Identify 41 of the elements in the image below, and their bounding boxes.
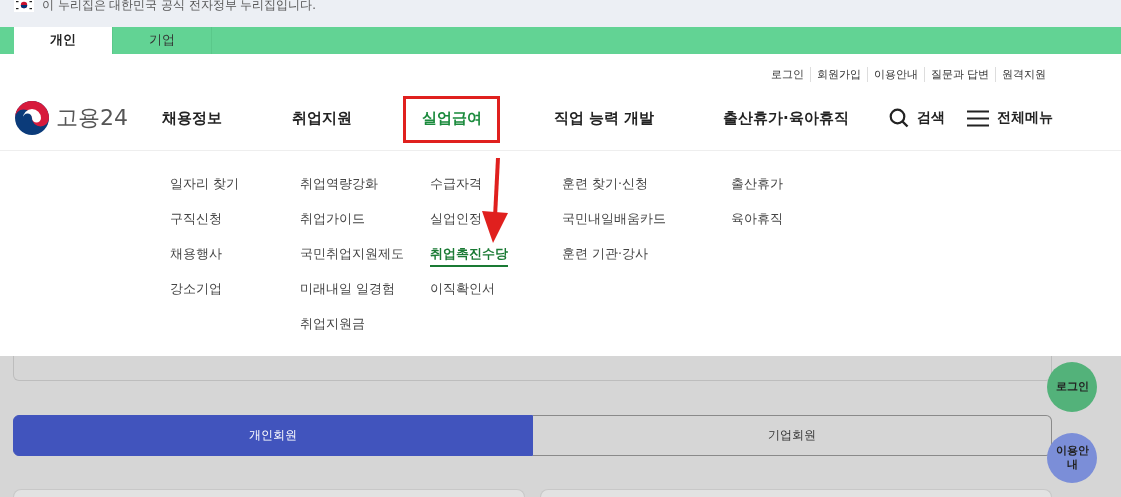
search-button[interactable]: 검색	[889, 108, 945, 128]
submenu-link[interactable]: 일자리 찾기	[170, 176, 239, 197]
nav-item[interactable]: 출산휴가·육아휴직	[723, 109, 849, 127]
audience-tab[interactable]: 개인	[14, 27, 113, 54]
submenu-link[interactable]: 취업역량강화	[300, 176, 378, 197]
submenu-link[interactable]: 구직신청	[170, 211, 222, 232]
submenu-link[interactable]: 수급자격	[430, 176, 482, 197]
submenu-link[interactable]: 훈련 기관·강사	[562, 246, 648, 267]
utility-link[interactable]: 이용안내	[866, 66, 924, 82]
submenu-link[interactable]: 훈련 찾기·신청	[562, 176, 648, 197]
submenu-link[interactable]: 육아휴직	[731, 211, 783, 232]
floating-button[interactable]: 이용안내	[1047, 433, 1097, 483]
submenu-link[interactable]: 취업지원금	[300, 316, 365, 337]
all-menu-button[interactable]: 전체메뉴	[967, 109, 1053, 127]
flag-icon	[14, 0, 34, 12]
menu-icon	[967, 109, 989, 127]
member-tab[interactable]: 개인회원	[13, 415, 533, 456]
submenu-link[interactable]: 실업인정	[430, 211, 482, 232]
submenu-link[interactable]: 국민내일배움카드	[562, 211, 666, 232]
submenu-link[interactable]: 국민취업지원제도	[300, 246, 404, 267]
utility-link[interactable]: 원격지원	[995, 66, 1052, 82]
nav-item[interactable]: 직업 능력 개발	[554, 109, 655, 127]
submenu-link[interactable]: 강소기업	[170, 281, 222, 302]
member-tab[interactable]: 기업회원	[533, 415, 1052, 456]
submenu-link[interactable]: 취업촉진수당	[430, 246, 508, 267]
utility-link[interactable]: 로그인	[764, 66, 810, 82]
submenu-link[interactable]: 미래내일 일경험	[300, 281, 395, 302]
utility-link[interactable]: 회원가입	[809, 66, 867, 82]
floating-button[interactable]: 로그인	[1047, 362, 1097, 412]
submenu-link[interactable]: 출산휴가	[731, 176, 783, 197]
submenu-link[interactable]: 채용행사	[170, 246, 222, 267]
submenu-link[interactable]: 취업가이드	[300, 211, 365, 232]
logo-text: 고용24	[56, 104, 128, 132]
nav-item[interactable]: 채용정보	[162, 109, 222, 127]
banner-text: 이 누리집은 대한민국 공식 전자정부 누리집입니다.	[42, 0, 316, 11]
search-icon	[889, 108, 909, 128]
nav-item[interactable]: 실업급여	[422, 109, 482, 127]
nav-item[interactable]: 취업지원	[292, 109, 352, 127]
submenu-link[interactable]: 이직확인서	[430, 281, 495, 302]
logo-icon	[14, 100, 50, 136]
utility-link[interactable]: 질문과 답변	[923, 66, 995, 82]
